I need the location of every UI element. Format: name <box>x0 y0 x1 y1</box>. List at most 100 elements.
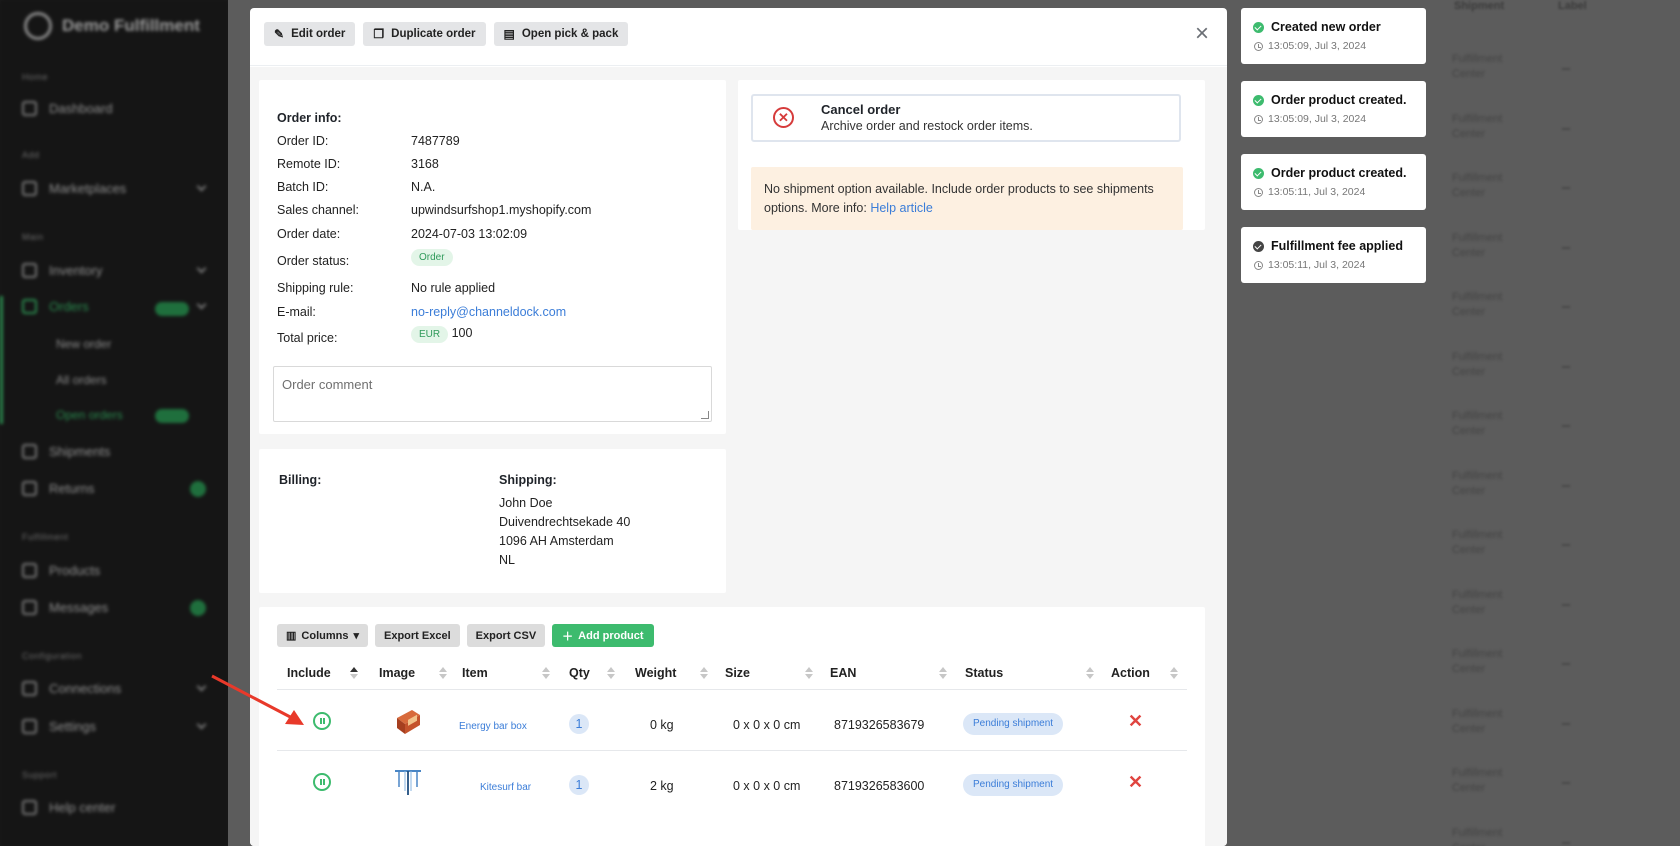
resize-handle-icon[interactable] <box>701 411 709 419</box>
activity-time-row: 13:05:11, Jul 3, 2024 <box>1253 259 1414 271</box>
nav-label: Marketplaces <box>49 181 127 196</box>
nav-orders[interactable]: Orders <box>22 299 89 314</box>
nav-help-center[interactable]: Help center <box>22 800 115 815</box>
order-comment-field[interactable]: Order comment <box>273 366 712 422</box>
email-link[interactable]: no-reply@channeldock.com <box>411 305 566 319</box>
check-circle-icon <box>1253 167 1264 179</box>
cancel-circle-icon: ✕ <box>773 107 794 128</box>
clock-icon <box>1254 260 1263 270</box>
billing-label: Billing: <box>279 473 322 487</box>
activity-item: Order product created. 13:05:11, Jul 3, … <box>1241 154 1426 210</box>
nav-settings[interactable]: Settings <box>22 719 96 734</box>
batch-id-value: N.A. <box>411 180 436 194</box>
nav-dashboard[interactable]: Dashboard <box>22 101 113 116</box>
qty-badge: 1 <box>569 775 589 795</box>
export-csv-button[interactable]: Export CSV <box>466 624 546 647</box>
bg-shipment-cell: Fulfillment Center <box>1452 469 1503 497</box>
order-date-label: Order date: <box>277 227 341 241</box>
nav-inventory[interactable]: Inventory <box>22 263 102 278</box>
bg-shipment-cell: Fulfillment Center <box>1452 350 1503 378</box>
cancel-order-title: Cancel order <box>821 102 901 117</box>
sort-icon[interactable] <box>1170 665 1178 681</box>
edit-order-button[interactable]: ✎ Edit order <box>264 22 356 46</box>
sort-icon[interactable] <box>700 665 708 681</box>
section-main: Main <box>22 232 44 242</box>
nav-open-orders[interactable]: Open orders <box>56 408 123 422</box>
duplicate-order-label: Duplicate order <box>391 28 476 40</box>
add-product-button[interactable]: ＋ Add product <box>552 624 654 647</box>
shipping-country: NL <box>499 553 515 567</box>
remove-row-icon[interactable]: ✕ <box>1128 711 1143 732</box>
nav-label: Orders <box>49 299 89 314</box>
close-icon[interactable]: × <box>1191 22 1213 46</box>
bg-shipment-cell: Fulfillment Center <box>1452 410 1503 437</box>
duplicate-order-button[interactable]: ❐ Duplicate order <box>363 22 486 46</box>
plus-icon: ＋ <box>562 630 574 643</box>
bg-label-dash <box>1562 425 1570 427</box>
nav-connections[interactable]: Connections <box>22 681 121 696</box>
column-status[interactable]: Status <box>965 666 1003 680</box>
section-support: Support <box>22 770 58 780</box>
column-qty[interactable]: Qty <box>569 666 590 680</box>
export-excel-button[interactable]: Export Excel <box>375 624 460 647</box>
clock-icon <box>1254 114 1263 124</box>
brand-logo-icon <box>24 12 52 40</box>
activity-time-row: 13:05:11, Jul 3, 2024 <box>1253 186 1414 198</box>
column-item[interactable]: Item <box>462 666 488 680</box>
activity-time-row: 13:05:09, Jul 3, 2024 <box>1253 40 1414 52</box>
shipments-icon <box>22 444 37 459</box>
columns-button[interactable]: ▥ Columns ▾ <box>277 624 368 647</box>
chevron-down-icon: ▾ <box>353 630 359 642</box>
include-toggle-icon[interactable] <box>313 712 331 730</box>
sort-icon[interactable] <box>1086 665 1094 681</box>
ean-cell: 8719326583600 <box>834 779 925 793</box>
chevron-down-icon <box>196 681 207 692</box>
bg-shipment-cell: Fulfillment Center <box>1452 707 1503 735</box>
bg-shipment-cell: Fulfillment Center <box>1452 112 1503 140</box>
column-ean[interactable]: EAN <box>830 666 856 680</box>
cancel-order-description: Archive order and restock order items. <box>821 119 1033 133</box>
row-divider <box>277 750 1187 751</box>
nav-messages[interactable]: Messages <box>22 600 108 615</box>
section-configuration: Configuration <box>22 651 83 661</box>
column-action[interactable]: Action <box>1111 666 1150 680</box>
item-link[interactable]: Kitesurf bar <box>480 782 531 793</box>
cancel-order-button[interactable]: ✕ Cancel order Archive order and restock… <box>751 94 1181 142</box>
open-pick-pack-button[interactable]: ▤ Open pick & pack <box>493 22 629 46</box>
column-size[interactable]: Size <box>725 666 750 680</box>
settings-icon <box>22 719 37 734</box>
chevron-down-icon <box>196 299 207 310</box>
nav-new-order[interactable]: New order <box>56 337 111 351</box>
item-link[interactable]: Energy bar box <box>459 721 527 732</box>
sort-asc-icon[interactable] <box>350 665 358 681</box>
order-status-value: Order <box>411 249 453 266</box>
status-badge: Pending shipment <box>963 713 1064 735</box>
column-weight[interactable]: Weight <box>635 666 676 680</box>
sort-icon[interactable] <box>439 665 447 681</box>
edit-icon: ✎ <box>274 27 285 41</box>
ean-cell: 8719326583679 <box>834 718 925 732</box>
activity-time: 13:05:09, Jul 3, 2024 <box>1268 113 1367 125</box>
nav-shipments[interactable]: Shipments <box>22 444 110 459</box>
sort-icon[interactable] <box>805 665 813 681</box>
connections-icon <box>22 681 37 696</box>
sort-icon[interactable] <box>607 665 615 681</box>
nav-marketplaces[interactable]: Marketplaces <box>22 181 126 196</box>
sort-icon[interactable] <box>542 665 550 681</box>
include-toggle-icon[interactable] <box>313 773 331 791</box>
nav-label: Shipments <box>49 444 111 459</box>
remove-row-icon[interactable]: ✕ <box>1128 772 1143 793</box>
modal-body: Order info: Order ID: 7487789 Remote ID:… <box>250 67 1227 846</box>
edit-order-label: Edit order <box>291 28 346 40</box>
column-image[interactable]: Image <box>379 666 415 680</box>
nav-products[interactable]: Products <box>22 563 100 578</box>
sales-channel-value: upwindsurfshop1.myshopify.com <box>411 203 592 217</box>
nav-all-orders[interactable]: All orders <box>56 373 107 387</box>
help-article-link[interactable]: Help article <box>870 201 933 215</box>
nav-returns[interactable]: Returns <box>22 481 95 496</box>
bg-label-dash <box>1562 68 1570 70</box>
modal-toolbar: ✎ Edit order ❐ Duplicate order ▤ Open pick … <box>264 22 629 46</box>
products-icon <box>22 563 37 578</box>
sort-icon[interactable] <box>939 665 947 681</box>
activity-time: 13:05:11, Jul 3, 2024 <box>1268 259 1366 271</box>
